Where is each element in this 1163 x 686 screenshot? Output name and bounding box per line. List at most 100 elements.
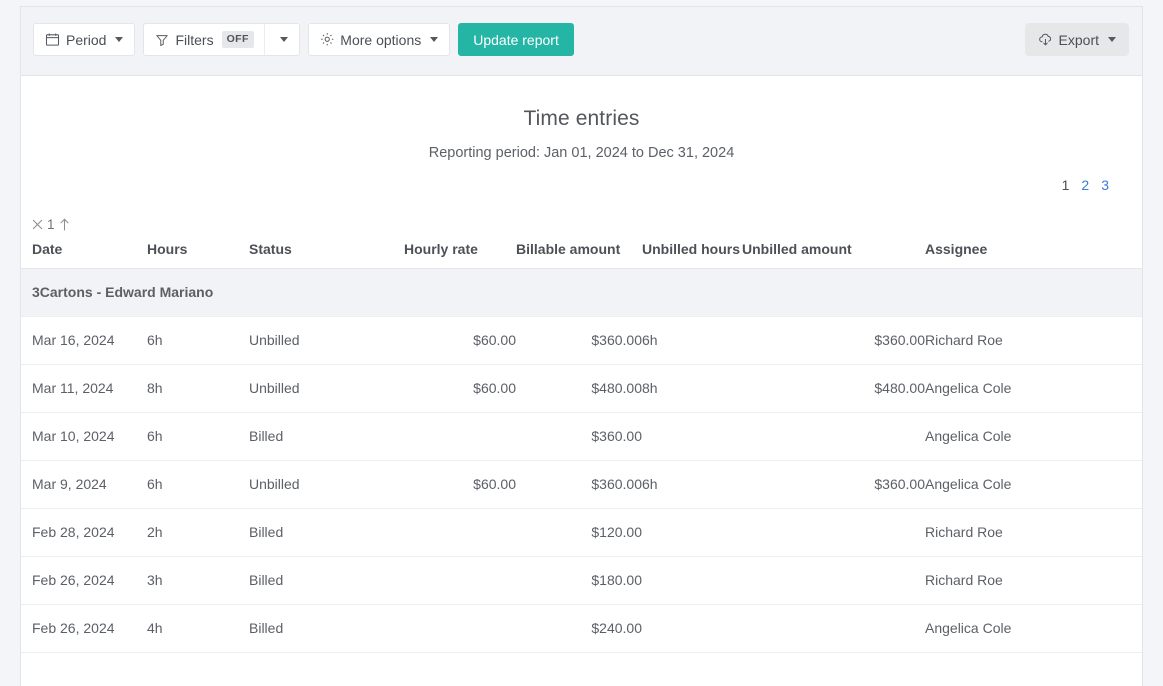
column-header-unbilled-amount[interactable]: Unbilled amount — [742, 232, 925, 269]
cell-date: Mar 16, 2024 — [21, 316, 147, 365]
cell-status: Unbilled — [249, 364, 404, 413]
cell-hourly-rate — [404, 412, 516, 461]
column-header-unbilled-hours[interactable]: Unbilled hours — [642, 232, 742, 269]
more-options-label: More options — [340, 31, 422, 48]
pagination-page-3[interactable]: 3 — [1095, 177, 1115, 193]
cell-unbilled-hours: 6h — [642, 460, 742, 509]
table-row[interactable]: Feb 26, 2024 3h Billed $180.00 Richard R… — [21, 556, 1142, 605]
table-body: 3Cartons - Edward Mariano Mar 16, 2024 6… — [21, 268, 1142, 653]
cell-hours: 6h — [147, 412, 249, 461]
report-header: Time entries Reporting period: Jan 01, 2… — [21, 76, 1142, 161]
cell-status: Unbilled — [249, 460, 404, 509]
cell-date: Feb 26, 2024 — [21, 604, 147, 653]
cell-hourly-rate: $60.00 — [404, 364, 516, 413]
column-header-date[interactable]: Date — [21, 232, 147, 269]
cell-assignee: Angelica Cole — [925, 460, 1142, 509]
cell-billable-amount: $360.00 — [516, 412, 642, 461]
cell-unbilled-hours: 8h — [642, 364, 742, 413]
period-button[interactable]: Period — [33, 23, 136, 56]
pagination: 123 — [21, 177, 1142, 193]
report-panel: Period Filters OFF More options Update r… — [20, 6, 1143, 686]
cell-status: Billed — [249, 412, 404, 461]
table-row[interactable]: Mar 11, 2024 8h Unbilled $60.00 $480.00 … — [21, 364, 1142, 413]
cell-date: Feb 26, 2024 — [21, 556, 147, 605]
period-label: Period — [66, 31, 107, 48]
cell-date: Mar 9, 2024 — [21, 460, 147, 509]
cloud-download-icon — [1038, 32, 1053, 47]
calendar-icon — [45, 32, 60, 47]
cell-assignee: Richard Roe — [925, 556, 1142, 605]
cell-unbilled-hours — [642, 604, 742, 653]
cell-hours: 2h — [147, 508, 249, 557]
cell-assignee: Angelica Cole — [925, 604, 1142, 653]
cell-assignee: Richard Roe — [925, 508, 1142, 557]
cell-unbilled-amount — [742, 412, 925, 461]
filters-button[interactable]: Filters OFF — [143, 23, 300, 56]
table-row[interactable]: Mar 9, 2024 6h Unbilled $60.00 $360.00 6… — [21, 460, 1142, 509]
cell-unbilled-amount — [742, 556, 925, 605]
cell-unbilled-hours: 6h — [642, 316, 742, 365]
cell-assignee: Angelica Cole — [925, 364, 1142, 413]
column-header-billable-amount[interactable]: Billable amount — [516, 232, 642, 269]
cell-unbilled-amount — [742, 508, 925, 557]
cell-assignee: Richard Roe — [925, 316, 1142, 365]
group-header-label: 3Cartons - Edward Mariano — [21, 268, 1142, 317]
filters-state-badge: OFF — [221, 31, 254, 48]
cell-billable-amount: $360.00 — [516, 460, 642, 509]
table-header: Date Hours Status Hourly rate Billable a… — [21, 232, 1142, 269]
cell-unbilled-amount: $480.00 — [742, 364, 925, 413]
report-toolbar: Period Filters OFF More options Update r… — [21, 7, 1142, 76]
table-row[interactable]: Mar 16, 2024 6h Unbilled $60.00 $360.00 … — [21, 316, 1142, 365]
column-header-hourly-rate[interactable]: Hourly rate — [404, 232, 516, 269]
remove-sort-icon[interactable] — [32, 219, 43, 230]
cell-hourly-rate — [404, 556, 516, 605]
table-header-row: Date Hours Status Hourly rate Billable a… — [21, 232, 1142, 269]
reporting-period-text: Reporting period: Jan 01, 2024 to Dec 31… — [428, 145, 735, 161]
sort-indicator: 1 — [21, 216, 1142, 232]
update-report-button[interactable]: Update report — [458, 23, 574, 56]
cell-status: Billed — [249, 604, 404, 653]
sort-ascending-arrow-icon[interactable] — [59, 218, 70, 231]
cell-unbilled-hours — [642, 556, 742, 605]
cell-unbilled-amount — [742, 604, 925, 653]
cell-hours: 3h — [147, 556, 249, 605]
cell-unbilled-hours — [642, 412, 742, 461]
cell-hourly-rate — [404, 604, 516, 653]
cell-hours: 6h — [147, 316, 249, 365]
group-header-row: 3Cartons - Edward Mariano — [21, 268, 1142, 317]
cell-status: Unbilled — [249, 316, 404, 365]
cell-hours: 4h — [147, 604, 249, 653]
cell-assignee: Angelica Cole — [925, 412, 1142, 461]
cell-hourly-rate: $60.00 — [404, 460, 516, 509]
chevron-down-icon[interactable] — [279, 37, 288, 42]
filter-icon — [155, 33, 169, 47]
table-row[interactable]: Mar 10, 2024 6h Billed $360.00 Angelica … — [21, 412, 1142, 461]
table-row[interactable]: Feb 28, 2024 2h Billed $120.00 Richard R… — [21, 508, 1142, 557]
table-row[interactable]: Feb 26, 2024 4h Billed $240.00 Angelica … — [21, 604, 1142, 653]
toolbar-left-group: Period Filters OFF More options Update r… — [33, 23, 574, 56]
cell-billable-amount: $240.00 — [516, 604, 642, 653]
column-header-hours[interactable]: Hours — [147, 232, 249, 269]
filters-label: Filters — [175, 31, 214, 48]
cell-hours: 6h — [147, 460, 249, 509]
cell-hourly-rate — [404, 508, 516, 557]
cell-status: Billed — [249, 508, 404, 557]
column-header-status[interactable]: Status — [249, 232, 404, 269]
cell-hourly-rate: $60.00 — [404, 316, 516, 365]
export-button[interactable]: Export — [1024, 23, 1129, 56]
time-entries-table: Date Hours Status Hourly rate Billable a… — [21, 232, 1142, 653]
export-label: Export — [1058, 31, 1099, 48]
pagination-page-1[interactable]: 1 — [1056, 177, 1076, 193]
cell-hours: 8h — [147, 364, 249, 413]
pagination-page-2[interactable]: 2 — [1075, 177, 1095, 193]
chevron-down-icon — [1108, 37, 1116, 42]
cell-status: Billed — [249, 556, 404, 605]
column-header-assignee[interactable]: Assignee — [925, 232, 1142, 269]
cell-date: Mar 10, 2024 — [21, 412, 147, 461]
update-report-label: Update report — [473, 31, 559, 48]
more-options-button[interactable]: More options — [307, 23, 451, 56]
cell-billable-amount: $180.00 — [516, 556, 642, 605]
sort-order-number: 1 — [47, 216, 55, 232]
cell-date: Mar 11, 2024 — [21, 364, 147, 413]
cell-unbilled-amount: $360.00 — [742, 316, 925, 365]
